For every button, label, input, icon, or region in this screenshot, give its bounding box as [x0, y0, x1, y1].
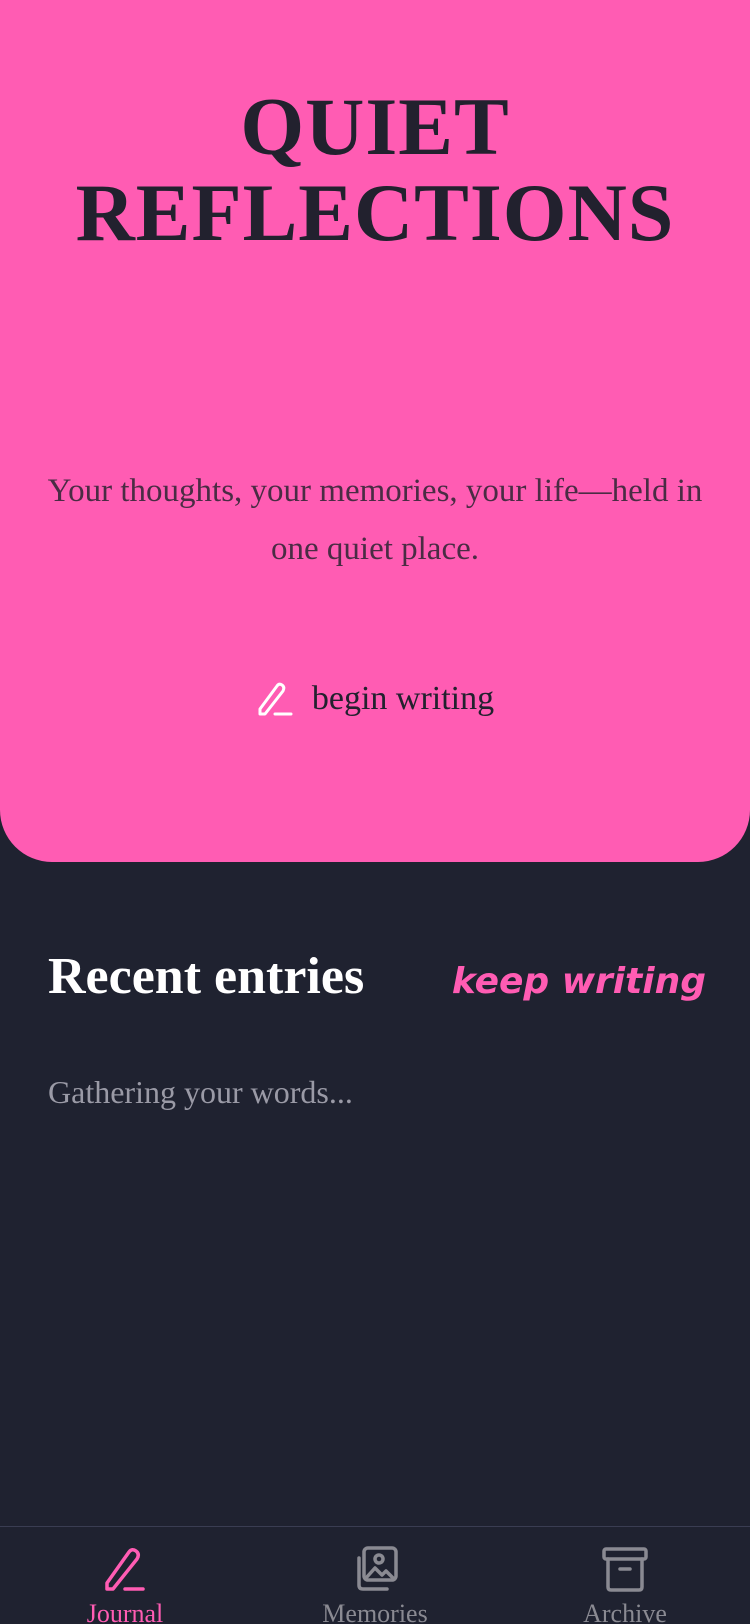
nav-item-memories[interactable]: Memories: [300, 1545, 450, 1624]
begin-writing-label: begin writing: [311, 680, 495, 717]
hero-subtitle: Your thoughts, your memories, your life—…: [47, 473, 703, 567]
entries-loading-text: Gathering your words...: [48, 1074, 353, 1110]
app-title: QUIET REFLECTIONS: [0, 84, 750, 256]
pencil-icon: [258, 682, 293, 716]
app-title-line-2: REFLECTIONS: [75, 167, 675, 258]
photos-icon: [357, 1546, 398, 1591]
pencil-icon: [105, 1547, 145, 1591]
archive-icon: [602, 1547, 648, 1592]
keep-writing-link[interactable]: keep writing: [452, 958, 706, 1006]
begin-writing-button[interactable]: begin writing: [0, 680, 750, 718]
nav-label-memories: Memories: [322, 1599, 428, 1624]
nav-item-archive[interactable]: Archive: [550, 1545, 700, 1624]
bottom-navigation: Journal Memories Archive: [0, 1526, 750, 1624]
recent-entries-title: Recent entries: [48, 948, 365, 1005]
nav-item-journal[interactable]: Journal: [50, 1545, 200, 1624]
nav-label-journal: Journal: [86, 1599, 164, 1624]
app-title-line-1: QUIET: [240, 81, 510, 172]
nav-label-archive: Archive: [583, 1599, 667, 1624]
hero-card: QUIET REFLECTIONS Your thoughts, your me…: [0, 0, 750, 862]
